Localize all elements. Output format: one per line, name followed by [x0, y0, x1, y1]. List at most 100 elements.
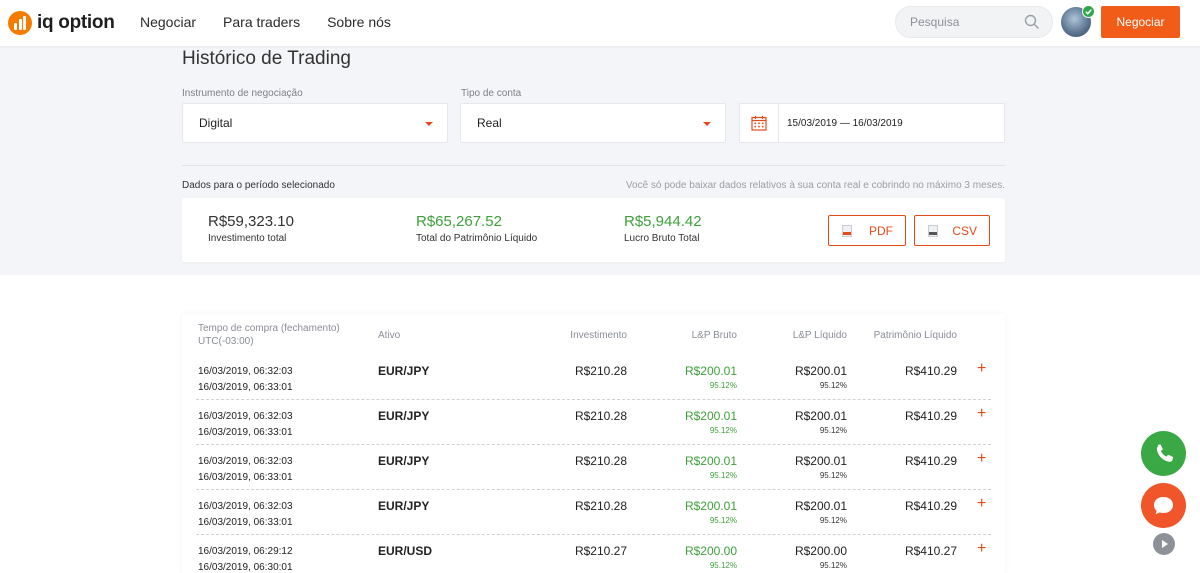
nav-item-about[interactable]: Sobre nós	[327, 14, 391, 30]
more-options-button[interactable]	[1153, 533, 1175, 555]
open-time: 16/03/2019, 06:32:03	[198, 411, 293, 422]
chat-button[interactable]	[1141, 483, 1186, 528]
summary-gross-value: R$5,944.42	[624, 213, 702, 230]
net-pl-percent: 95.12%	[819, 561, 847, 570]
investment-value: R$210.27	[574, 544, 627, 558]
close-time: 16/03/2019, 06:30:01	[198, 562, 293, 573]
gross-pl-value: R$200.01	[684, 364, 737, 378]
investment-value: R$210.28	[574, 409, 627, 423]
column-header-time[interactable]: Tempo de compra (fechamento) UTC(-03:00)	[198, 322, 340, 348]
open-time: 16/03/2019, 06:32:03	[198, 366, 293, 377]
chevron-down-icon	[703, 122, 711, 126]
expand-row-icon[interactable]: +	[977, 360, 986, 378]
trade-time: 16/03/2019, 06:32:03 16/03/2019, 06:33:01	[198, 364, 293, 396]
summary-equity-label: Total do Patrimônio Líquido	[416, 233, 538, 244]
table-row[interactable]: 16/03/2019, 06:29:12 16/03/2019, 06:30:01…	[182, 535, 1005, 573]
asset-name: EUR/JPY	[378, 409, 430, 423]
net-pl-percent: 95.12%	[819, 516, 847, 525]
summary-investment-label: Investimento total	[208, 233, 287, 244]
gross-pl-percent: 95.12%	[709, 516, 737, 525]
date-range-value: 15/03/2019 — 16/03/2019	[787, 118, 903, 129]
asset-name: EUR/JPY	[378, 454, 430, 468]
investment-value: R$210.28	[574, 499, 627, 513]
search-box	[895, 6, 1053, 38]
search-input[interactable]	[910, 15, 1020, 29]
net-pl-value: R$200.01	[794, 499, 847, 513]
nav-item-for-traders[interactable]: Para traders	[223, 14, 300, 30]
column-header-investment[interactable]: Investimento	[527, 329, 627, 342]
asset-name: EUR/USD	[378, 544, 433, 558]
equity-value: R$410.29	[904, 499, 957, 513]
expand-row-icon[interactable]: +	[977, 405, 986, 423]
search-icon[interactable]	[1024, 14, 1040, 30]
chat-icon	[1154, 497, 1173, 515]
date-range-picker[interactable]: 15/03/2019 — 16/03/2019	[739, 103, 1005, 143]
pdf-download-button[interactable]: PDF	[828, 215, 906, 246]
gross-pl-percent: 95.12%	[709, 426, 737, 435]
logo-text: iq option	[37, 12, 115, 33]
instrument-label: Instrumento de negociação	[182, 88, 303, 99]
period-label: Dados para o período selecionado	[182, 180, 335, 191]
logo[interactable]: iq option	[8, 10, 115, 36]
net-pl-percent: 95.12%	[819, 426, 847, 435]
equity-value: R$410.27	[904, 544, 957, 558]
trade-button[interactable]: Negociar	[1101, 6, 1180, 38]
investment-value: R$210.28	[574, 364, 627, 378]
trade-time: 16/03/2019, 06:32:03 16/03/2019, 06:33:01	[198, 454, 293, 486]
table-row[interactable]: 16/03/2019, 06:32:03 16/03/2019, 06:33:01…	[182, 400, 1005, 445]
expand-row-icon[interactable]: +	[977, 495, 986, 513]
summary-panel: R$59,323.10 Investimento total R$65,267.…	[182, 198, 1005, 262]
play-icon	[1162, 540, 1168, 548]
column-header-net-pl[interactable]: L&P Líquido	[747, 329, 847, 342]
pdf-button-label: PDF	[869, 224, 893, 238]
summary-equity-value: R$65,267.52	[416, 213, 502, 230]
csv-download-button[interactable]: CSV	[914, 215, 990, 246]
phone-icon	[1156, 444, 1174, 462]
close-time: 16/03/2019, 06:33:01	[198, 427, 293, 438]
calendar-icon[interactable]	[740, 104, 779, 142]
table-row[interactable]: 16/03/2019, 06:32:03 16/03/2019, 06:33:01…	[182, 490, 1005, 535]
open-time: 16/03/2019, 06:32:03	[198, 501, 293, 512]
gross-pl-percent: 95.12%	[709, 381, 737, 390]
open-time: 16/03/2019, 06:29:12	[198, 546, 293, 557]
net-pl-percent: 95.12%	[819, 381, 847, 390]
instrument-value: Digital	[199, 116, 233, 130]
summary-gross-label: Lucro Bruto Total	[624, 233, 700, 244]
instrument-select[interactable]: Digital	[182, 103, 448, 143]
expand-row-icon[interactable]: +	[977, 450, 986, 468]
trade-time: 16/03/2019, 06:32:03 16/03/2019, 06:33:01	[198, 409, 293, 441]
table-row[interactable]: 16/03/2019, 06:32:03 16/03/2019, 06:33:01…	[182, 445, 1005, 490]
summary-investment-value: R$59,323.10	[208, 213, 294, 230]
summary-investment: R$59,323.10 Investimento total	[208, 213, 294, 244]
gross-pl-value: R$200.01	[684, 454, 737, 468]
net-pl-value: R$200.00	[794, 544, 847, 558]
asset-name: EUR/JPY	[378, 364, 430, 378]
investment-value: R$210.28	[574, 454, 627, 468]
top-header: iq option Negociar Para traders Sobre nó…	[0, 0, 1200, 46]
account-type-label: Tipo de conta	[461, 88, 522, 99]
table-row[interactable]: 16/03/2019, 06:32:03 16/03/2019, 06:33:01…	[182, 355, 1005, 400]
trade-time: 16/03/2019, 06:32:03 16/03/2019, 06:33:01	[198, 499, 293, 531]
close-time: 16/03/2019, 06:33:01	[198, 382, 293, 393]
account-type-select[interactable]: Real	[460, 103, 726, 143]
asset-name: EUR/JPY	[378, 499, 430, 513]
gross-pl-value: R$200.01	[684, 409, 737, 423]
expand-row-icon[interactable]: +	[977, 540, 986, 558]
logo-icon	[8, 11, 32, 35]
net-pl-value: R$200.01	[794, 454, 847, 468]
gross-pl-percent: 95.12%	[709, 561, 737, 570]
chevron-down-icon	[425, 122, 433, 126]
equity-value: R$410.29	[904, 454, 957, 468]
close-time: 16/03/2019, 06:33:01	[198, 517, 293, 528]
column-header-equity[interactable]: Patrimônio Líquido	[847, 329, 957, 342]
column-header-gross-pl[interactable]: L&P Bruto	[637, 329, 737, 342]
nav-item-trade[interactable]: Negociar	[140, 14, 196, 30]
avatar[interactable]	[1061, 5, 1095, 37]
column-header-asset[interactable]: Ativo	[378, 329, 400, 342]
net-pl-percent: 95.12%	[819, 471, 847, 480]
divider	[182, 165, 1005, 166]
summary-gross: R$5,944.42 Lucro Bruto Total	[624, 213, 702, 244]
csv-button-label: CSV	[952, 224, 977, 238]
open-time: 16/03/2019, 06:32:03	[198, 456, 293, 467]
phone-support-button[interactable]	[1141, 431, 1186, 476]
